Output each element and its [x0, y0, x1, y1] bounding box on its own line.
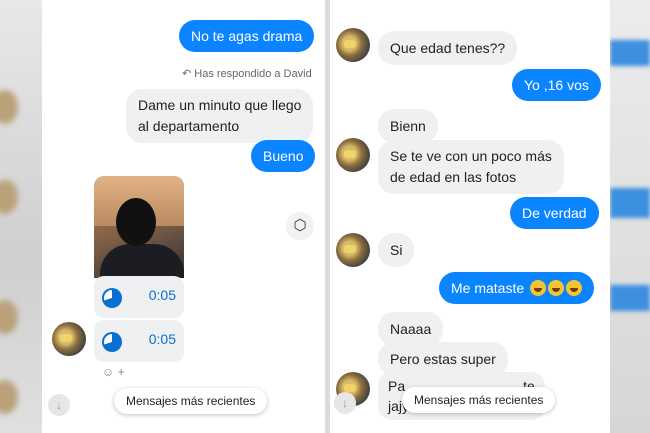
- message-incoming: Que edad tenes??: [378, 31, 518, 65]
- message-incoming: Naaaa: [378, 312, 444, 346]
- avatar[interactable]: [336, 138, 370, 172]
- react-button[interactable]: ☺ +: [102, 365, 125, 379]
- shared-photo[interactable]: [94, 176, 184, 278]
- message-incoming: Pero estas super: [378, 342, 508, 376]
- newer-messages-button[interactable]: Mensajes más recientes: [114, 388, 268, 414]
- message-outgoing: Me mataste: [439, 272, 595, 304]
- play-icon[interactable]: [102, 288, 122, 308]
- scroll-down-icon[interactable]: ↓: [48, 394, 70, 416]
- message-incoming-quoted: Dame un minuto que llego al departamento: [126, 89, 314, 143]
- newer-messages-button[interactable]: Mensajes más recientes: [402, 387, 556, 413]
- message-outgoing: Yo ,16 vos: [512, 69, 601, 101]
- smiley-icon: ☺: [102, 365, 115, 379]
- message-outgoing: De verdad: [510, 197, 599, 229]
- reply-note: ↶ Has respondido a David: [182, 68, 312, 80]
- chat-panel-right: Que edad tenes?? Yo ,16 vos Bienn Se te …: [330, 0, 610, 433]
- laughing-emoji-icon: [566, 280, 583, 296]
- background-blur-left: [0, 0, 42, 433]
- avatar[interactable]: [336, 28, 370, 62]
- message-incoming: Si: [378, 233, 415, 267]
- audio-duration: 0:05: [148, 287, 176, 303]
- play-icon[interactable]: [102, 332, 122, 352]
- chat-panel-left: No te agas drama ↶ Has respondido a Davi…: [42, 0, 325, 433]
- audio-duration: 0:05: [148, 331, 176, 347]
- laughing-emoji-icon: [530, 280, 547, 296]
- reply-arrow-icon: ↶: [182, 68, 192, 80]
- scroll-down-icon[interactable]: ↓: [334, 392, 356, 414]
- background-blur-right: [610, 0, 650, 433]
- avatar[interactable]: [52, 322, 86, 356]
- message-incoming: Bienn: [378, 109, 438, 143]
- voice-message[interactable]: 0:05: [94, 276, 184, 318]
- voice-message[interactable]: 0:05: [94, 320, 184, 362]
- message-outgoing: Bueno: [251, 140, 316, 172]
- message-outgoing: No te agas drama: [179, 20, 315, 52]
- avatar[interactable]: [336, 233, 370, 267]
- share-icon[interactable]: ⬡: [286, 212, 314, 240]
- laughing-emoji-icon: [548, 280, 565, 296]
- message-incoming: Se te ve con un poco más de edad en las …: [378, 140, 564, 194]
